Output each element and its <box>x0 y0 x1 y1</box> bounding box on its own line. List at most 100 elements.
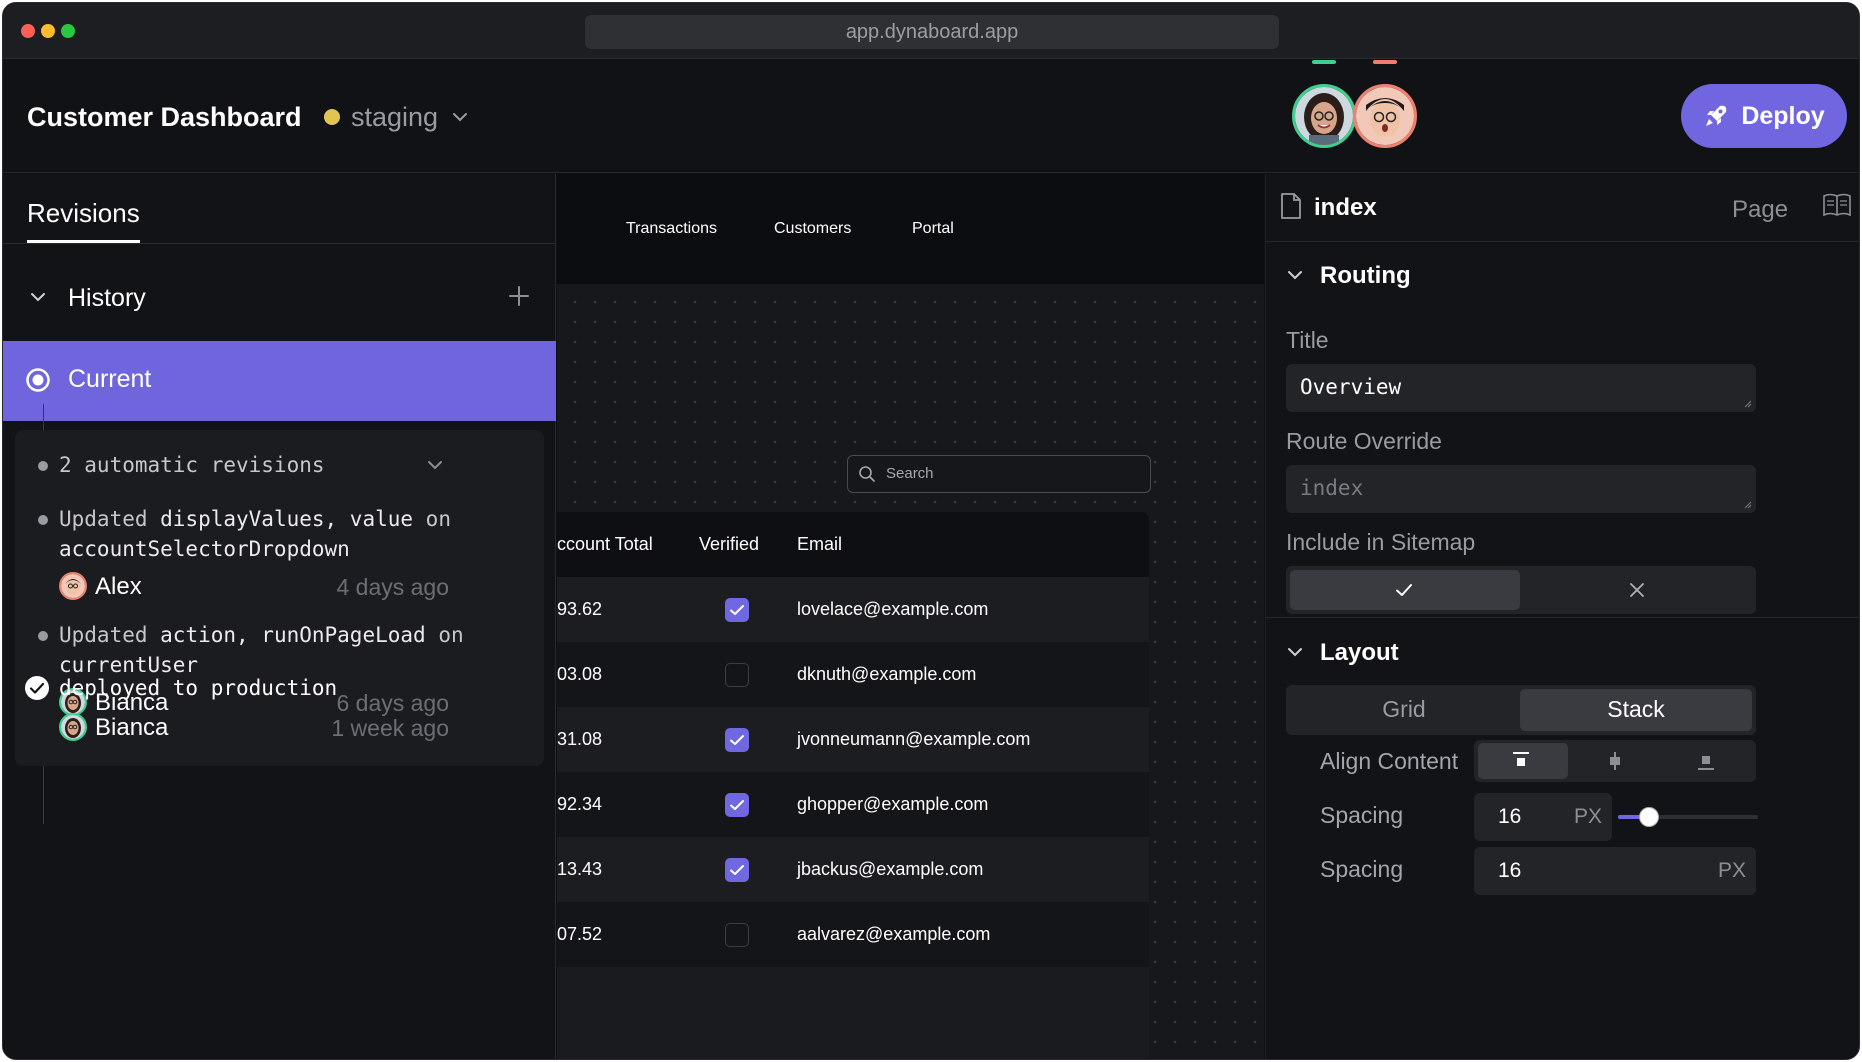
collaborator-avatar[interactable] <box>1353 84 1417 148</box>
customers-table: ccount Total Verified Email 93.62 lovelac… <box>557 512 1149 1059</box>
cell-email: jbackus@example.com <box>797 859 984 879</box>
nav-link-transactions[interactable]: Transactions <box>626 220 717 238</box>
spacing-value: 16 <box>1498 805 1522 828</box>
cell-account-total: 93.62 <box>557 599 603 619</box>
current-revision-icon <box>26 368 50 392</box>
cell-account-total: 07.52 <box>557 924 603 944</box>
nav-link-portal[interactable]: Portal <box>912 220 954 238</box>
verified-checkbox[interactable] <box>725 663 749 687</box>
column-header-account-total[interactable]: ccount Total <box>557 534 653 555</box>
url-bar[interactable]: app.dynaboard.app <box>585 15 1279 49</box>
align-center-icon[interactable] <box>1605 751 1625 771</box>
maximize-window-icon[interactable] <box>61 24 75 38</box>
table-row[interactable]: 07.52 aalvarez@example.com <box>557 902 1149 967</box>
cell-email: ghopper@example.com <box>797 794 989 814</box>
spacing-slider[interactable] <box>1618 807 1758 827</box>
deploy-button[interactable]: Deploy <box>1681 84 1847 148</box>
chevron-down-icon[interactable] <box>426 456 444 474</box>
tab-revisions[interactable]: Revisions <box>27 198 140 229</box>
align-content-label: Align Content <box>1320 748 1459 774</box>
column-header-email[interactable]: Email <box>797 534 842 555</box>
page-name: index <box>1314 194 1377 221</box>
browser-chrome: app.dynaboard.app <box>3 3 1859 59</box>
route-override-field[interactable]: index <box>1286 465 1756 513</box>
check-icon <box>730 865 744 875</box>
spacing-unit: PX <box>1574 805 1603 828</box>
revision-time: 1 week ago <box>331 715 449 741</box>
chevron-down-icon[interactable] <box>451 108 469 126</box>
layout-mode-stack[interactable]: Stack <box>1520 696 1752 723</box>
checkmark-circle-icon <box>25 676 49 700</box>
close-icon[interactable] <box>1627 580 1647 600</box>
check-icon <box>730 735 744 745</box>
table-row[interactable]: 03.08 dknuth@example.com <box>557 642 1149 707</box>
history-section-header[interactable]: History <box>3 274 556 324</box>
automatic-revisions-toggle[interactable]: 2 automatic revisions <box>59 450 325 480</box>
book-docs-icon[interactable] <box>1822 190 1852 220</box>
collaborator-avatar[interactable] <box>1292 84 1356 148</box>
verified-checkbox[interactable] <box>725 858 749 882</box>
revision-description[interactable]: Updated action, runOnPageLoad on current… <box>59 620 464 680</box>
search-placeholder: Search <box>886 465 934 482</box>
layout-mode-grid[interactable]: Grid <box>1286 696 1522 723</box>
table-row[interactable]: 93.62 lovelace@example.com <box>557 577 1149 642</box>
check-icon <box>730 605 744 615</box>
chevron-down-icon[interactable] <box>1286 643 1304 661</box>
table-row[interactable]: 13.43 jbackus@example.com <box>557 837 1149 902</box>
spacing-input-2[interactable]: 16 PX <box>1474 847 1756 895</box>
cell-account-total: 31.08 <box>557 729 603 749</box>
spacing-label: Spacing <box>1320 802 1404 828</box>
spacing-label-2: Spacing <box>1320 856 1404 882</box>
sitemap-toggle <box>1286 566 1756 614</box>
check-icon <box>730 800 744 810</box>
spacing-slider-thumb[interactable] <box>1638 807 1659 827</box>
field-label-title: Title <box>1286 327 1329 353</box>
canvas-preview: Transactions Customers Portal Search cco… <box>557 174 1264 1059</box>
presence-indicator <box>1312 60 1336 64</box>
table-header: ccount Total Verified Email <box>557 512 1149 577</box>
rocket-icon <box>1706 105 1727 126</box>
revision-description[interactable]: Updated displayValues, value on accountS… <box>59 504 451 564</box>
environment-selector-label[interactable]: staging <box>351 102 438 133</box>
verified-checkbox[interactable] <box>725 923 749 947</box>
file-icon <box>1281 193 1301 219</box>
presence-indicator <box>1373 60 1397 64</box>
close-window-icon[interactable] <box>21 24 35 38</box>
cell-account-total: 13.43 <box>557 859 603 879</box>
verified-checkbox[interactable] <box>725 598 749 622</box>
align-content-toggle <box>1474 740 1756 782</box>
divider <box>1266 617 1859 618</box>
deployed-revision-label[interactable]: deployed to production <box>59 673 337 703</box>
search-input[interactable]: Search <box>847 455 1151 493</box>
align-top-icon[interactable] <box>1511 751 1531 771</box>
title-field[interactable]: Overview <box>1286 364 1756 412</box>
route-override-placeholder: index <box>1300 476 1364 500</box>
column-header-verified[interactable]: Verified <box>699 534 759 555</box>
field-label-sitemap: Include in Sitemap <box>1286 529 1476 555</box>
divider <box>3 243 556 244</box>
spacing-input[interactable]: 16 PX <box>1474 793 1612 841</box>
table-row[interactable]: 31.08 jvonneumann@example.com <box>557 707 1149 772</box>
resize-handle-icon[interactable] <box>1742 499 1752 509</box>
revision-current[interactable]: Current <box>3 341 556 421</box>
revision-author: Bianca <box>95 714 169 741</box>
revisions-panel: Revisions History Current 2 automatic re… <box>3 174 556 1059</box>
section-title-routing[interactable]: Routing <box>1320 262 1411 290</box>
deploy-label: Deploy <box>1741 101 1825 130</box>
cell-email: jvonneumann@example.com <box>797 729 1031 749</box>
cell-account-total: 92.34 <box>557 794 603 814</box>
timeline-dot <box>38 515 48 525</box>
nav-link-customers[interactable]: Customers <box>774 220 851 238</box>
section-title-layout[interactable]: Layout <box>1320 639 1399 667</box>
table-row[interactable]: 92.34 ghopper@example.com <box>557 772 1149 837</box>
revision-author: Alex <box>95 573 142 600</box>
resize-handle-icon[interactable] <box>1742 398 1752 408</box>
verified-checkbox[interactable] <box>725 793 749 817</box>
environment-status-dot <box>324 109 340 125</box>
chevron-down-icon[interactable] <box>1286 266 1304 284</box>
align-bottom-icon[interactable] <box>1696 751 1716 771</box>
verified-checkbox[interactable] <box>725 728 749 752</box>
add-icon[interactable] <box>507 284 531 308</box>
minimize-window-icon[interactable] <box>41 24 55 38</box>
chevron-down-icon[interactable] <box>29 288 47 306</box>
